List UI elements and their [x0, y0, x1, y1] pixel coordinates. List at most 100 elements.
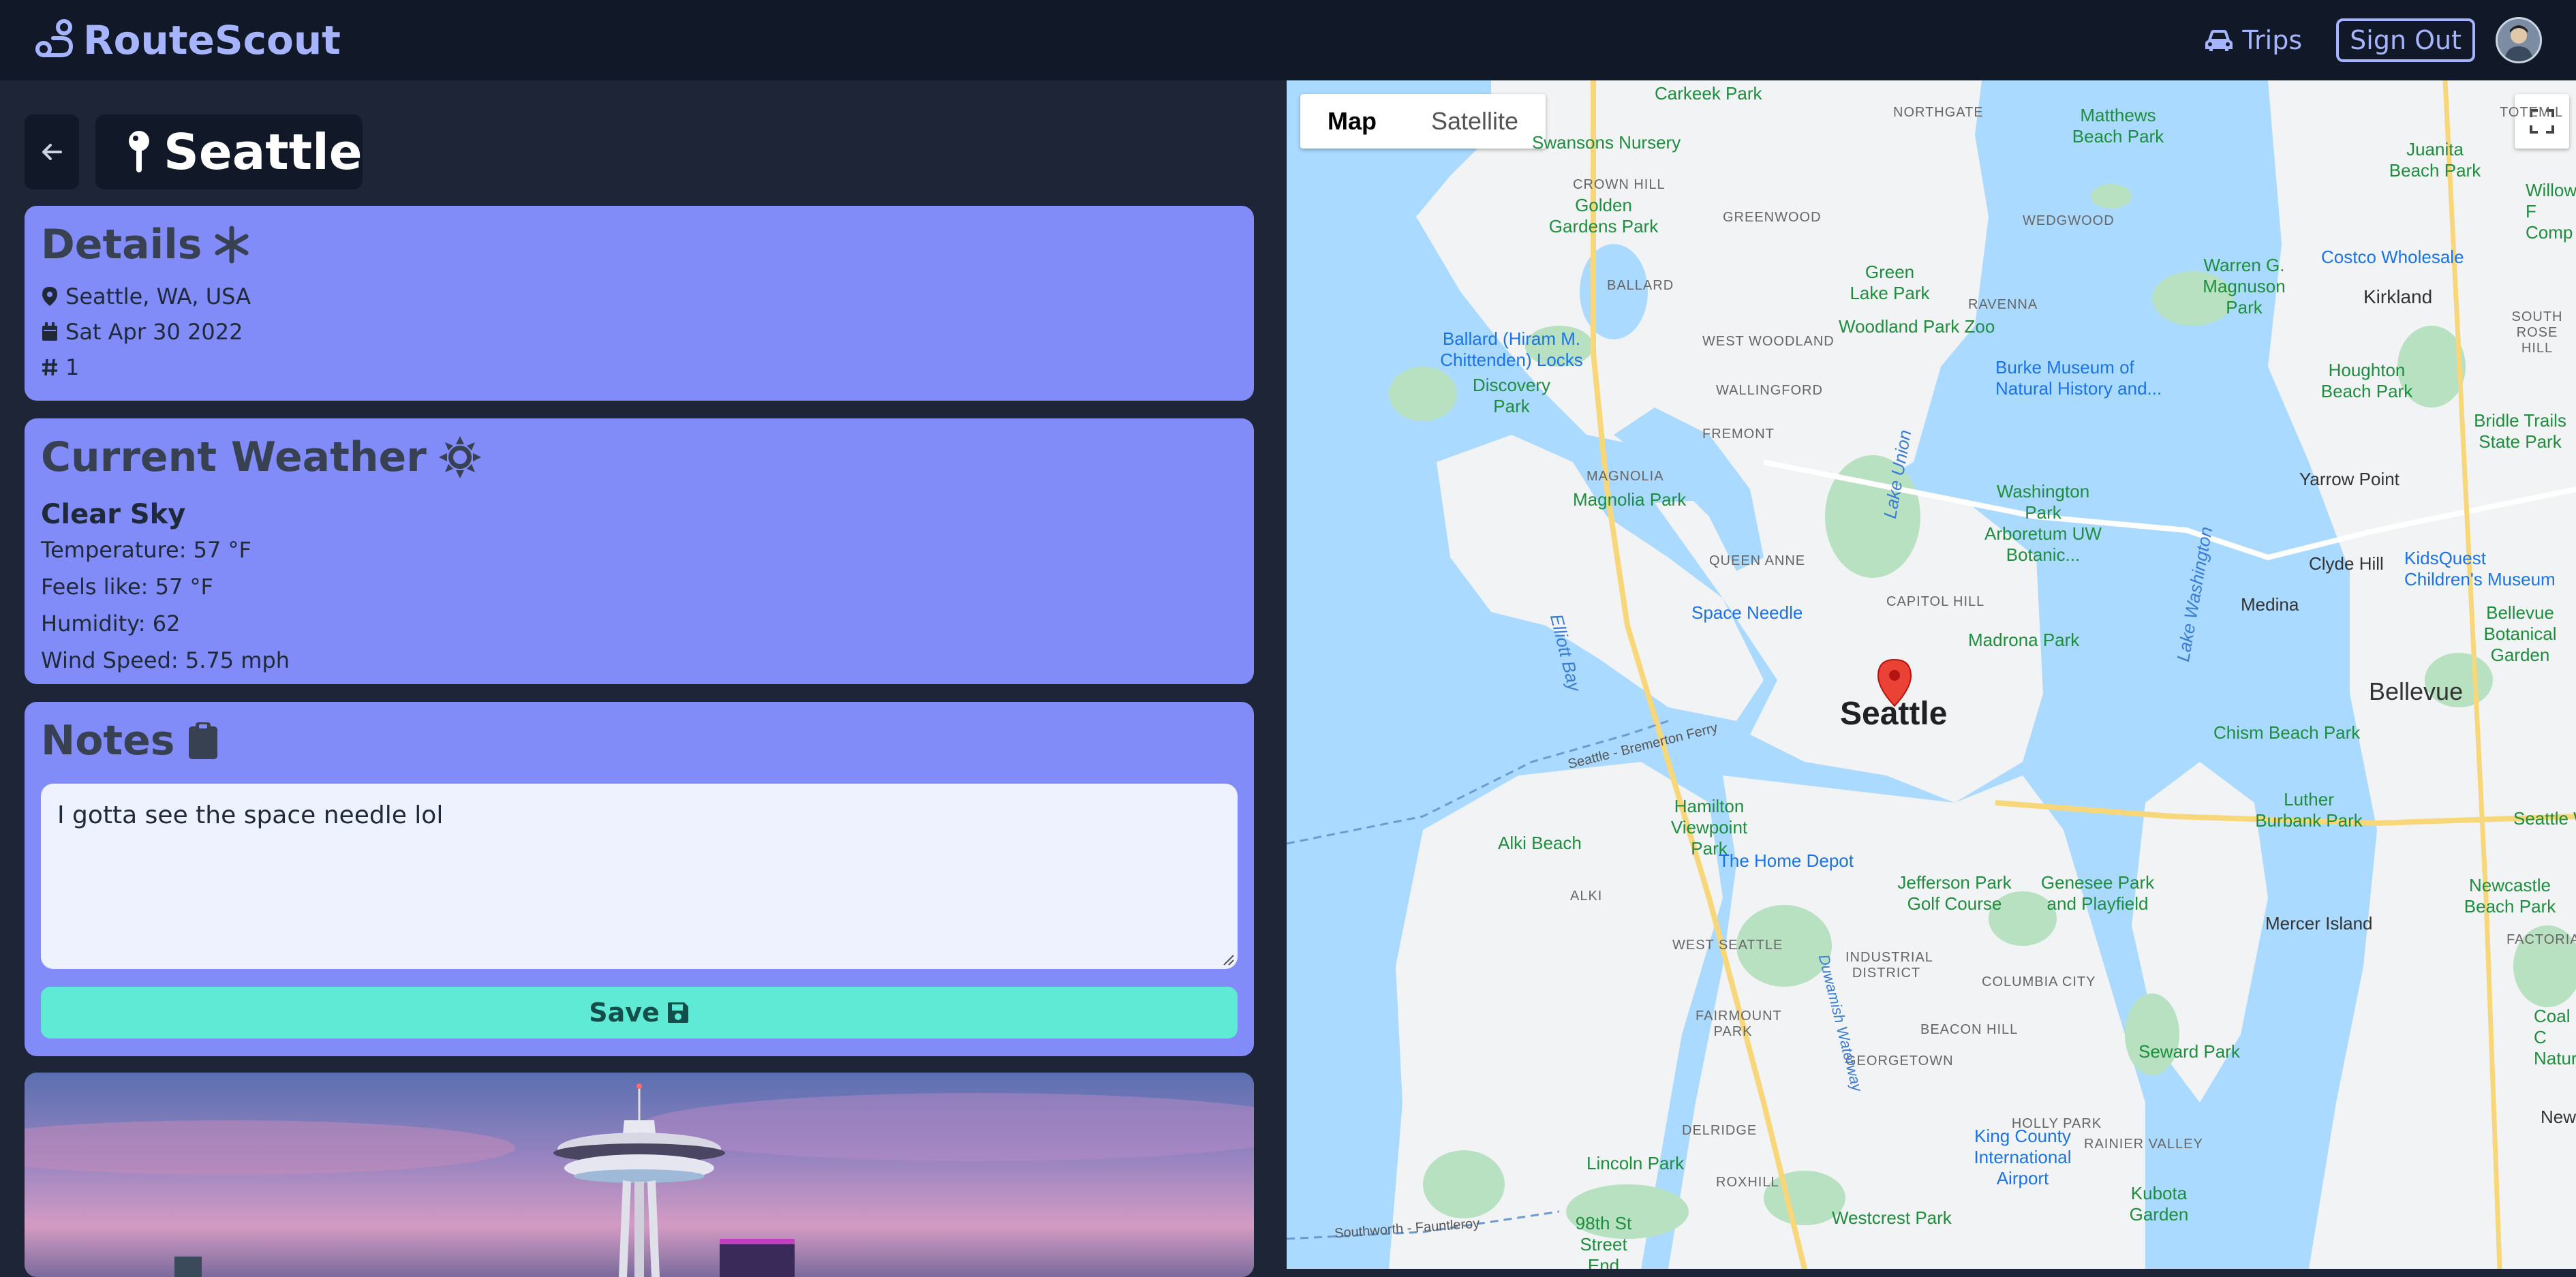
map-label-space-needle: Space Needle [1691, 602, 1803, 623]
map-label-genesee: Genesee Park and Playfield [2040, 872, 2155, 914]
map-label-west-seattle: WEST SEATTLE [1672, 938, 1783, 953]
map-label-alki: ALKI [1570, 889, 1603, 904]
map-label-woodland-zoo: Woodland Park Zoo [1839, 316, 1995, 337]
asterisk-icon [215, 226, 249, 264]
destination-photo [25, 1073, 1254, 1277]
fullscreen-button[interactable] [2515, 94, 2569, 149]
map-label-totem-lake: TOTEM L [2500, 105, 2564, 120]
route-logo-icon [35, 19, 74, 57]
map-label-green-lake: Green Lake Park [1850, 262, 1930, 303]
map-label-golden-gardens: Golden Gardens Park [1548, 195, 1659, 236]
notes-textarea[interactable]: I gotta see the space needle lol [41, 784, 1238, 969]
map-label-columbia-city: COLUMBIA CITY [1982, 974, 2096, 989]
map-label-capitol-hill: CAPITOL HILL [1886, 594, 1985, 609]
map-label-seward: Seward Park [2138, 1041, 2240, 1062]
map-label-magnolia-park: Magnolia Park [1573, 489, 1687, 510]
brand-link[interactable]: RouteScout [34, 17, 341, 63]
details-location: Seattle, WA, USA [65, 283, 251, 309]
details-heading-text: Details [41, 221, 202, 268]
map-label-carkeek: Carkeek Park [1655, 83, 1762, 104]
map-label-juanita: Juanita Beach Park [2389, 139, 2481, 181]
trip-details-panel: Seattle Details Seattle, WA, USA Sat Apr… [0, 80, 1287, 1277]
map-label-discovery: Discovery Park [1472, 375, 1551, 416]
map-label-swansons: Swansons Nursery [1532, 132, 1681, 153]
map-label-ravenna: RAVENNA [1968, 297, 2038, 312]
back-button[interactable] [25, 114, 79, 189]
resize-handle-icon[interactable] [1221, 953, 1235, 966]
details-date: Sat Apr 30 2022 [65, 319, 243, 345]
map-label-factoria: FACTORIA [2506, 932, 2576, 947]
map-label-magnolia: MAGNOLIA [1586, 469, 1664, 484]
clipboard-icon [188, 722, 217, 759]
weather-feels-like: Feels like: 57 °F [41, 574, 213, 600]
map-label-industrial-district: INDUSTRIAL DISTRICT [1845, 950, 1933, 981]
map-label-mercer: Mercer Island [2265, 913, 2373, 934]
brand-name: RouteScout [83, 17, 341, 63]
map-label-ballard: BALLARD [1607, 278, 1674, 293]
map-label-bellevue: Bellevue [2369, 677, 2464, 705]
map-label-newc: Newc [2541, 1107, 2576, 1127]
map-label-madrona: Madrona Park [1968, 630, 2080, 650]
map-label-medina: Medina [2241, 594, 2299, 615]
nav-trips-link[interactable]: Trips [2204, 25, 2302, 55]
map-pin-icon [129, 131, 149, 172]
map-label-kirkland: Kirkland [2363, 286, 2433, 307]
map-label-kubota: Kubota Garden [2129, 1183, 2189, 1225]
sign-out-button[interactable]: Sign Out [2336, 18, 2475, 62]
map-view[interactable]: Map Satellite NORTHGATE CROWN HILL GREEN… [1287, 80, 2576, 1269]
map-label-lincoln: Lincoln Park [1586, 1153, 1685, 1173]
map-label-coal-creek: Coal C Natura [2534, 1006, 2576, 1068]
map-label-king-county: King County International Airport [1974, 1126, 2072, 1188]
map-label-washington-park: Washington Park Arboretum UW Botanic... [1984, 481, 2102, 565]
user-avatar[interactable] [2496, 17, 2542, 63]
page-title: Seattle [95, 114, 363, 189]
map-label-seattle-wa: Seattle Wa [2513, 808, 2576, 829]
weather-heading: Current Weather [41, 433, 1238, 481]
details-heading: Details [41, 221, 1238, 268]
map-type-map-button[interactable]: Map [1300, 94, 1404, 149]
map-label-jefferson: Jefferson Park Golf Course [1897, 872, 2012, 914]
map-label-crown-hill: CROWN HILL [1573, 177, 1666, 192]
map-label-queen-anne: QUEEN ANNE [1709, 553, 1806, 568]
weather-heading-text: Current Weather [41, 433, 427, 481]
weather-card: Current Weather Clear Sky Temperature: 5… [25, 418, 1254, 684]
map-label-wallingford: WALLINGFORD [1716, 383, 1823, 398]
map-label-yarrow: Yarrow Point [2299, 469, 2399, 489]
weather-condition: Clear Sky [41, 499, 186, 530]
map-label-newcastle: Newcastle Beach Park [2464, 875, 2556, 917]
weather-temperature: Temperature: 57 °F [41, 537, 251, 563]
weather-humidity: Humidity: 62 [41, 611, 181, 636]
map-label-bridle: Bridle Trails State Park [2474, 410, 2566, 452]
avatar-image [2498, 19, 2540, 61]
details-number: 1 [65, 354, 80, 380]
map-label-willows: Willows F Comp [2526, 180, 2576, 243]
space-needle-image [25, 1073, 1254, 1277]
details-number-row: 1 [41, 354, 1238, 380]
map-label-northgate: NORTHGATE [1893, 105, 1984, 120]
map-label-greenwood: GREENWOOD [1723, 210, 1822, 225]
car-icon [2205, 30, 2233, 51]
calendar-icon [42, 322, 57, 341]
map-label-beacon-hill: BEACON HILL [1920, 1022, 2019, 1037]
map-type-control: Map Satellite [1300, 94, 1546, 149]
map-label-south-rose-hill: SOUTH ROSE HILL [2511, 309, 2563, 356]
notes-text: I gotta see the space needle lol [57, 801, 444, 829]
details-date-row: Sat Apr 30 2022 [41, 319, 1238, 345]
map-label-wedgwood: WEDGWOOD [2023, 213, 2115, 228]
map-type-satellite-button[interactable]: Satellite [1404, 94, 1546, 149]
map-marker-icon[interactable] [1877, 658, 1912, 707]
save-button[interactable]: Save [41, 987, 1238, 1038]
navbar: RouteScout Trips Sign Out [0, 0, 2576, 80]
map-label-bellevue-botanical: Bellevue Botanical Garden [2483, 602, 2557, 665]
map-label-westcrest: Westcrest Park [1832, 1207, 1952, 1228]
map-label-rainier-valley: RAINIER VALLEY [2084, 1137, 2203, 1152]
map-label-matthews: Matthews Beach Park [2072, 105, 2164, 147]
notes-heading-text: Notes [41, 717, 175, 765]
weather-wind-speed: Wind Speed: 5.75 mph [41, 647, 290, 673]
details-location-row: Seattle, WA, USA [41, 283, 1238, 309]
sun-icon [438, 436, 481, 478]
map-label-home-depot: The Home Depot [1719, 850, 1854, 871]
details-card: Details Seattle, WA, USA Sat Apr 30 2022… [25, 206, 1254, 401]
map-label-chism: Chism Beach Park [2213, 722, 2361, 743]
map-label-delridge: DELRIDGE [1682, 1123, 1758, 1138]
